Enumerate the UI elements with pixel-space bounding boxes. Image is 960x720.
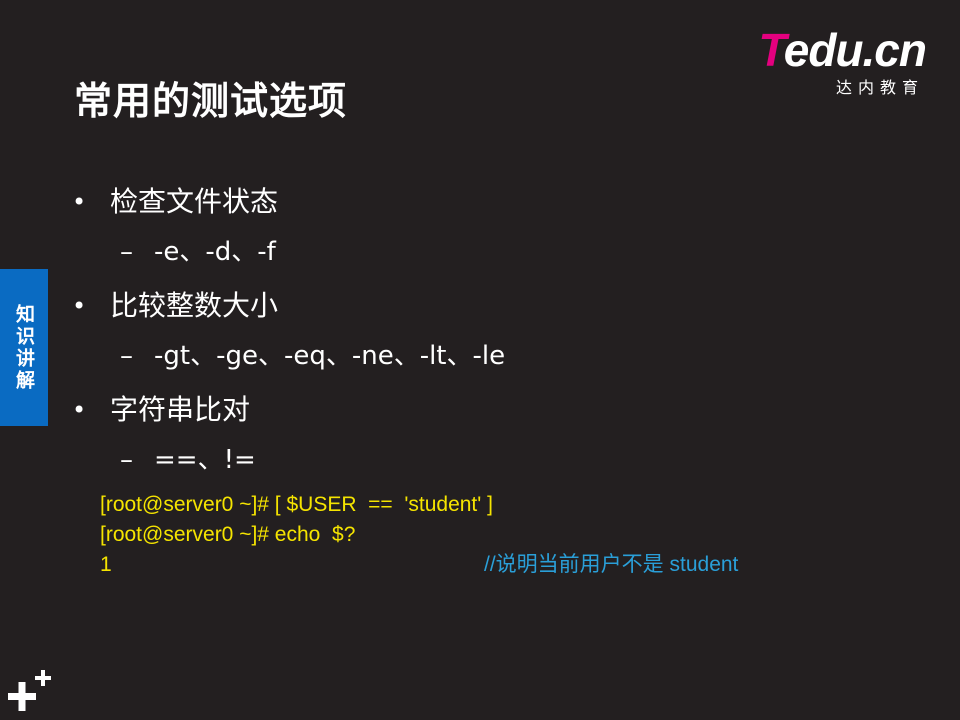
sub-bullet-marker: – <box>120 445 133 475</box>
code-comment: //说明当前用户不是 student <box>484 553 739 576</box>
side-tab-label: 知识讲解 <box>13 303 35 392</box>
code-output: 1 <box>100 553 112 576</box>
sub-bullet-text: -e、-d、-f <box>154 237 276 267</box>
logo-wordmark: Tedu.cn <box>758 24 927 76</box>
bullet-marker: • <box>72 396 87 424</box>
sub-bullet-text: ==、!= <box>154 445 256 475</box>
sub-bullet-marker: – <box>120 237 133 267</box>
code-line: 1 //说明当前用户不是 student <box>100 550 880 580</box>
side-tab: 知识讲解 <box>0 269 48 426</box>
plus-mark-icon <box>8 670 51 711</box>
logo-wordmark-rest: edu.cn <box>783 24 927 76</box>
sub-bullet-item: – ==、!= <box>72 438 872 490</box>
sub-bullet-item: – -gt、-ge、-eq、-ne、-lt、-le <box>72 334 872 386</box>
code-line: [root@server0 ~]# [ $USER == 'student' ] <box>100 493 493 516</box>
slide-title: 常用的测试选项 <box>74 79 348 123</box>
code-line: [root@server0 ~]# echo $? <box>100 523 356 546</box>
logo-subtitle: 达内教育 <box>835 78 924 97</box>
sub-bullet-marker: – <box>120 341 133 371</box>
tedu-logo: Tedu.cn 达内教育 <box>746 24 927 98</box>
bullet-item: • 字符串比对 <box>72 386 872 438</box>
bullet-marker: • <box>72 292 87 320</box>
bullet-marker: • <box>72 188 87 216</box>
bullet-item: • 比较整数大小 <box>72 282 872 334</box>
sub-bullet-text: -gt、-ge、-eq、-ne、-lt、-le <box>154 341 506 371</box>
bullet-item: • 检查文件状态 <box>72 178 872 230</box>
bullet-text: 检查文件状态 <box>110 185 279 218</box>
bullet-list: • 检查文件状态 – -e、-d、-f • 比较整数大小 – -gt、-ge、-… <box>72 178 872 490</box>
bullet-text: 字符串比对 <box>110 393 251 426</box>
logo-wordmark-first: T <box>758 24 784 76</box>
code-block: [root@server0 ~]# [ $USER == 'student' ]… <box>100 490 880 580</box>
bullet-text: 比较整数大小 <box>110 289 279 322</box>
sub-bullet-item: – -e、-d、-f <box>72 230 872 282</box>
slide: Tedu.cn 达内教育 常用的测试选项 知识讲解 • 检查文件状态 – -e、… <box>0 0 960 720</box>
